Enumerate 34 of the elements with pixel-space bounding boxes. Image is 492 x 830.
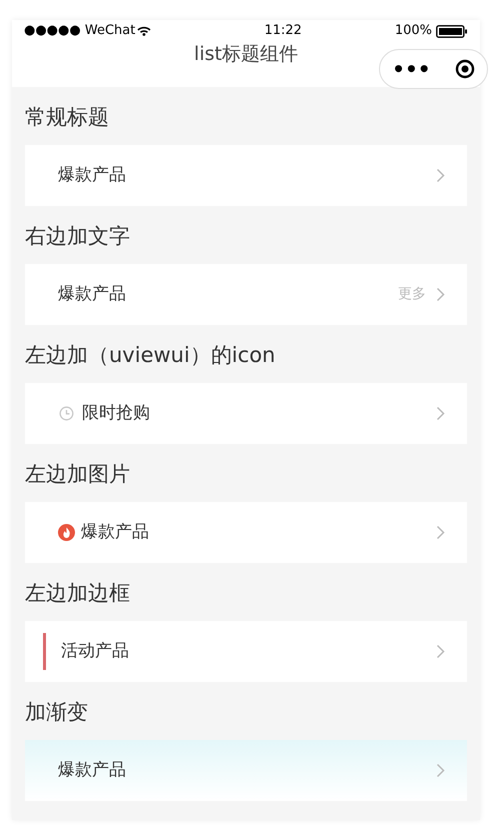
clock-icon bbox=[59, 406, 74, 421]
wifi-icon bbox=[137, 26, 152, 36]
carrier-text: ●●●●● WeChat bbox=[24, 22, 136, 40]
flame-icon bbox=[58, 524, 75, 541]
battery-percent: 100% bbox=[394, 22, 432, 40]
clock-text: 11:22 bbox=[264, 22, 302, 40]
chevron-right-icon bbox=[436, 287, 445, 302]
section-heading: 常规标题 bbox=[25, 104, 110, 131]
chevron-right-icon bbox=[436, 644, 445, 659]
row-label: 爆款产品 bbox=[58, 282, 127, 306]
chevron-right-icon bbox=[436, 525, 445, 540]
section-heading: 左边加图片 bbox=[25, 461, 131, 488]
row-label: 爆款产品 bbox=[81, 520, 150, 544]
chevron-right-icon bbox=[436, 406, 445, 421]
row-label: 活动产品 bbox=[61, 640, 130, 663]
record-icon[interactable] bbox=[454, 59, 475, 79]
list-title-row[interactable]: 爆款产品 更多 bbox=[25, 264, 467, 325]
section-heading: 加渐变 bbox=[25, 699, 89, 726]
row-label: 爆款产品 bbox=[58, 164, 127, 187]
list-title-row[interactable]: 爆款产品 bbox=[25, 145, 467, 206]
list-title-row[interactable]: 爆款产品 bbox=[25, 502, 467, 563]
chevron-right-icon bbox=[436, 168, 445, 183]
page-title: list标题组件 bbox=[193, 42, 299, 67]
section-heading: 左边加（uviewui）的icon bbox=[25, 342, 276, 369]
battery-icon bbox=[436, 24, 468, 38]
list-title-row[interactable]: 限时抢购 bbox=[25, 383, 467, 444]
section-heading: 右边加文字 bbox=[25, 223, 131, 250]
chevron-right-icon bbox=[436, 763, 445, 778]
row-label: 爆款产品 bbox=[58, 758, 127, 782]
capsule-menu[interactable]: ••• bbox=[379, 49, 488, 89]
section-heading: 左边加边框 bbox=[25, 580, 131, 607]
more-menu-button[interactable]: ••• bbox=[392, 59, 431, 79]
row-label: 限时抢购 bbox=[82, 402, 151, 425]
list-title-row[interactable]: 活动产品 bbox=[25, 621, 467, 682]
